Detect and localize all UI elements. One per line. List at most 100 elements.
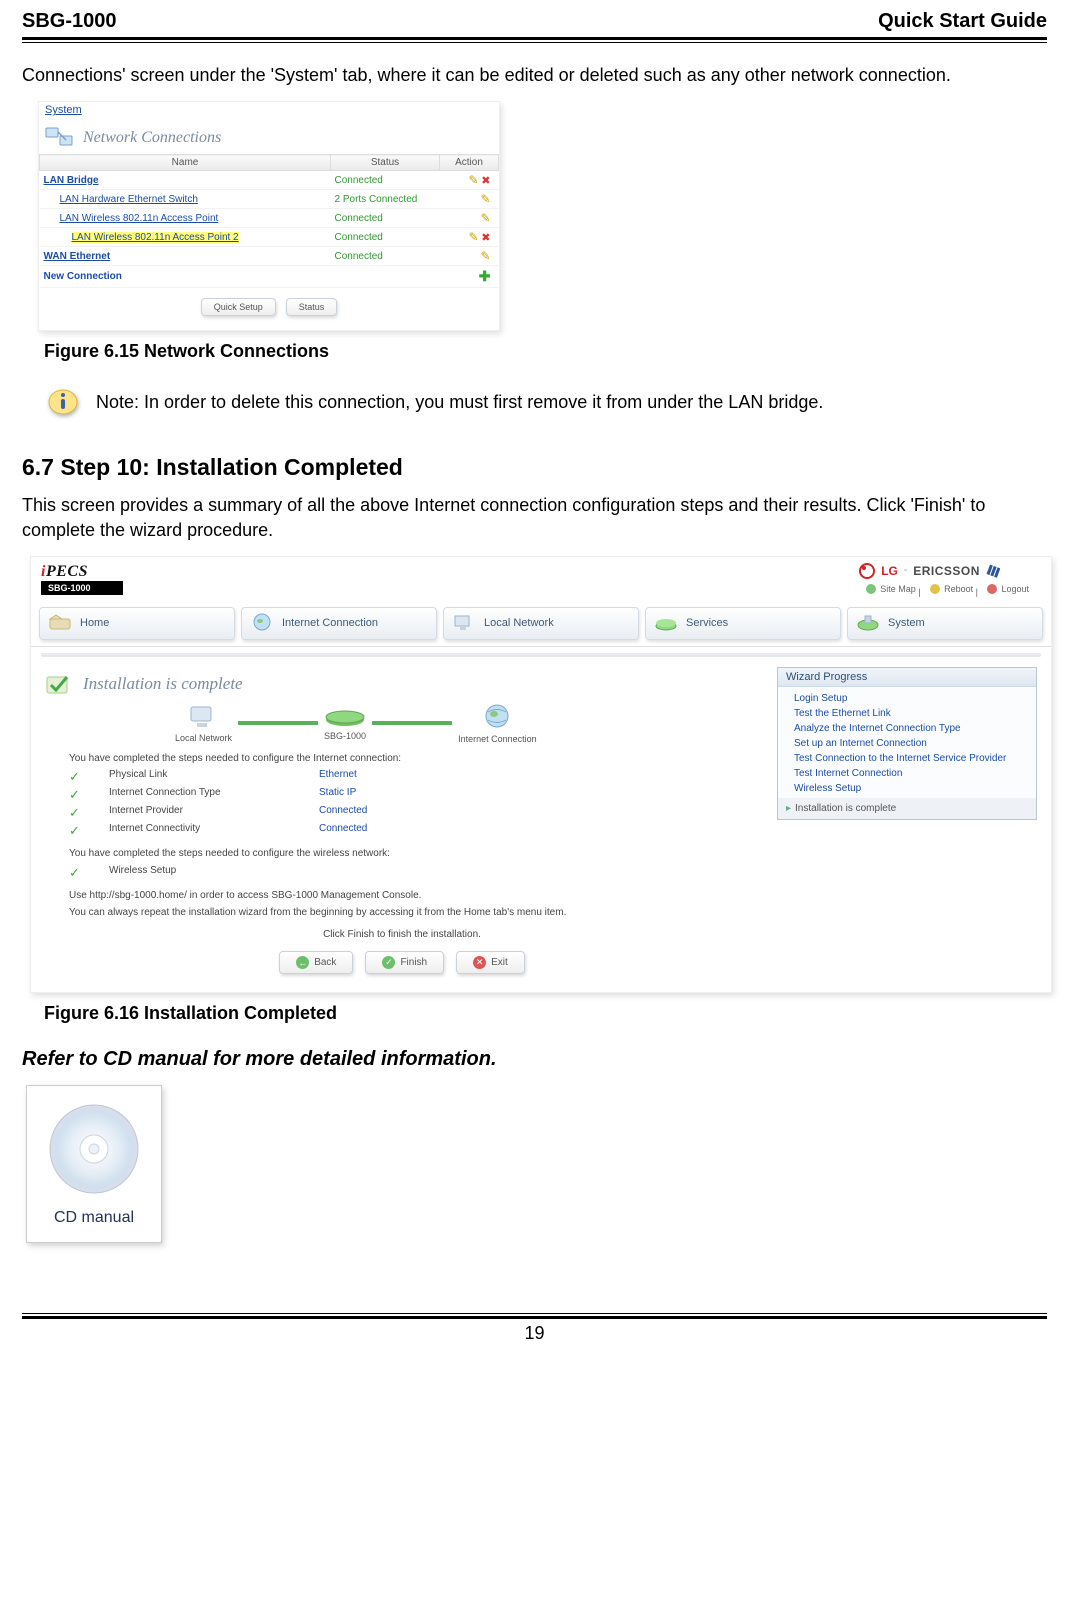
note-row: Note: In order to delete this connection…: [44, 386, 1047, 418]
tab-local-network[interactable]: Local Network: [443, 607, 639, 640]
check-value: [319, 865, 519, 881]
check-icon: ✓: [69, 823, 109, 839]
logout-link[interactable]: Logout: [986, 583, 1029, 595]
network-icon: [45, 126, 73, 150]
check-icon: ✓: [69, 787, 109, 803]
completed-p3a: Use http://sbg-1000.home/ in order to ac…: [69, 889, 759, 903]
nc-row-name[interactable]: LAN Wireless 802.11n Access Point: [40, 209, 331, 228]
delete-icon[interactable]: ✖: [481, 175, 490, 187]
completed-p3b: You can always repeat the installation w…: [69, 906, 759, 920]
section-6-7-title: 6.7 Step 10: Installation Completed: [22, 454, 1047, 481]
nc-col-action: Action: [440, 155, 499, 171]
header-left: SBG-1000: [22, 10, 117, 33]
reboot-link[interactable]: Reboot: [929, 583, 973, 595]
exit-button[interactable]: ✕Exit: [456, 951, 525, 974]
wizard-step[interactable]: Test Connection to the Internet Service …: [794, 751, 1028, 766]
nc-row-name[interactable]: LAN Bridge: [40, 171, 331, 190]
wizard-step[interactable]: Analyze the Internet Connection Type: [794, 721, 1028, 736]
figure-6-16-caption: Figure 6.16 Installation Completed: [44, 1003, 1047, 1024]
nc-row-actions: ✎: [440, 247, 499, 266]
edit-icon[interactable]: ✎: [480, 192, 490, 206]
check-label: Internet Connection Type: [109, 787, 319, 803]
tab-icon: [250, 613, 274, 634]
nc-row-status: Connected: [331, 247, 440, 266]
check-value: Connected: [319, 823, 519, 839]
install-complete-title: Installation is complete: [45, 673, 759, 695]
quick-setup-button[interactable]: Quick Setup: [201, 298, 276, 316]
nc-row-name[interactable]: LAN Wireless 802.11n Access Point 2: [40, 228, 331, 247]
lg-text: LG: [881, 564, 898, 578]
status-button[interactable]: Status: [286, 298, 338, 316]
new-connection-label[interactable]: New Connection: [40, 266, 331, 288]
tab-icon: [856, 613, 880, 634]
nc-col-status: Status: [331, 155, 440, 171]
finish-button[interactable]: ✓Finish: [365, 951, 444, 974]
tab-home[interactable]: Home: [39, 607, 235, 640]
cd-reference: Refer to CD manual for more detailed inf…: [22, 1048, 1047, 1071]
tab-system[interactable]: System: [847, 607, 1043, 640]
wizard-step[interactable]: Set up an Internet Connection: [794, 736, 1028, 751]
figure-installation-complete: iPECS SBG-1000 LG - ERICSSON Site Map | …: [30, 556, 1052, 994]
figure-6-15-caption: Figure 6.15 Network Connections: [44, 341, 1047, 362]
figure-network-connections: System Network Connections Name Status A…: [38, 101, 500, 331]
intro-paragraph: Connections' screen under the 'System' t…: [22, 63, 1047, 87]
check-label: Physical Link: [109, 769, 319, 785]
edit-icon[interactable]: ✎: [480, 211, 490, 225]
pc-icon: [187, 704, 221, 730]
page-number: 19: [22, 1323, 1047, 1344]
info-icon: [44, 386, 82, 418]
nc-table: Name Status Action LAN BridgeConnected✎ …: [39, 154, 499, 288]
tab-label: Home: [80, 617, 109, 629]
nc-row-name[interactable]: LAN Hardware Ethernet Switch: [40, 190, 331, 209]
router-icon: [324, 706, 366, 728]
edit-icon[interactable]: ✎: [480, 249, 490, 263]
back-button[interactable]: ←Back: [279, 951, 353, 974]
add-icon[interactable]: ✚: [479, 268, 491, 284]
note-text: Note: In order to delete this connection…: [96, 392, 823, 413]
system-breadcrumb[interactable]: System: [39, 102, 499, 118]
check-box-icon: [45, 673, 73, 695]
nc-row-status: Connected: [331, 209, 440, 228]
wizard-step[interactable]: Login Setup: [794, 691, 1028, 706]
wizard-progress-title: Wizard Progress: [778, 668, 1036, 687]
sitemap-link[interactable]: Site Map: [865, 583, 916, 595]
footer-rule: [22, 1313, 1047, 1319]
check-value: Connected: [319, 805, 519, 821]
cd-image: CD manual: [26, 1085, 1047, 1243]
nc-row: LAN Wireless 802.11n Access PointConnect…: [40, 209, 499, 228]
nc-row-actions: ✎ ✖: [440, 228, 499, 247]
check-value: Ethernet: [319, 769, 519, 785]
nc-row-status: Connected: [331, 171, 440, 190]
delete-icon[interactable]: ✖: [481, 232, 490, 244]
nc-row: WAN EthernetConnected ✎: [40, 247, 499, 266]
ericsson-icon: [986, 564, 1000, 578]
tab-label: Internet Connection: [282, 617, 378, 629]
tab-separator: [41, 653, 1041, 657]
topology-diagram: Local Network SBG-1000 Internet Connecti…: [175, 703, 759, 744]
edit-icon[interactable]: ✎: [468, 173, 478, 187]
nc-col-name: Name: [40, 155, 331, 171]
completed-p2: You have completed the steps needed to c…: [69, 847, 759, 861]
finish-line: Click Finish to finish the installation.: [45, 928, 759, 942]
check-label: Internet Provider: [109, 805, 319, 821]
check-icon: ✓: [69, 769, 109, 785]
nc-row-status: Connected: [331, 228, 440, 247]
nc-row: LAN Wireless 802.11n Access Point 2Conne…: [40, 228, 499, 247]
edit-icon[interactable]: ✎: [468, 230, 478, 244]
nc-row-actions: ✎ ✖: [440, 171, 499, 190]
check-value: Static IP: [319, 787, 519, 803]
nc-row-actions: ✎: [440, 209, 499, 228]
tab-label: Services: [686, 617, 728, 629]
wizard-step[interactable]: Wireless Setup: [794, 781, 1028, 796]
wizard-step[interactable]: Test the Ethernet Link: [794, 706, 1028, 721]
nc-title-text: Network Connections: [83, 129, 221, 147]
wizard-step[interactable]: Test Internet Connection: [794, 766, 1028, 781]
nc-row-actions: ✎: [440, 190, 499, 209]
check-icon: ✓: [69, 805, 109, 821]
tab-services[interactable]: Services: [645, 607, 841, 640]
nc-row-name[interactable]: WAN Ethernet: [40, 247, 331, 266]
tab-internet-connection[interactable]: Internet Connection: [241, 607, 437, 640]
nc-new-connection-row[interactable]: New Connection ✚: [40, 266, 499, 288]
nc-row: LAN BridgeConnected✎ ✖: [40, 171, 499, 190]
tab-icon: [452, 613, 476, 634]
